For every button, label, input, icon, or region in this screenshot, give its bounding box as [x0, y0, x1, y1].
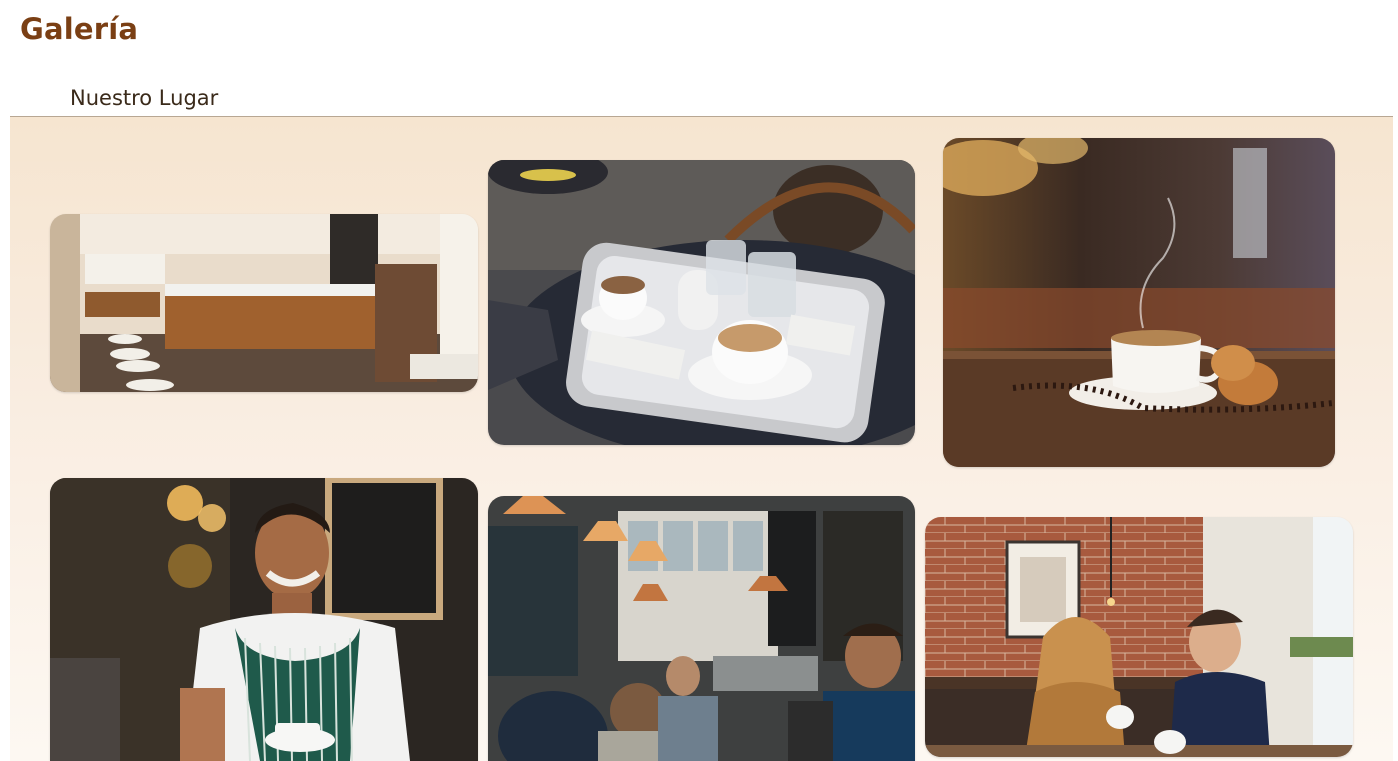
- busy-cafe-crowd-photo: [488, 496, 915, 761]
- cafe-interior-counter-photo: [50, 214, 478, 392]
- barista-smiling-photo: [50, 478, 478, 761]
- couple-brick-wall-cafe-photo: [925, 517, 1353, 757]
- gallery-section: [10, 116, 1393, 761]
- section-title: Nuestro Lugar: [70, 86, 219, 110]
- coffee-tray-table-photo: [488, 160, 915, 445]
- page-title: Galería: [20, 12, 139, 46]
- coffee-cup-beans-photo: [943, 138, 1335, 467]
